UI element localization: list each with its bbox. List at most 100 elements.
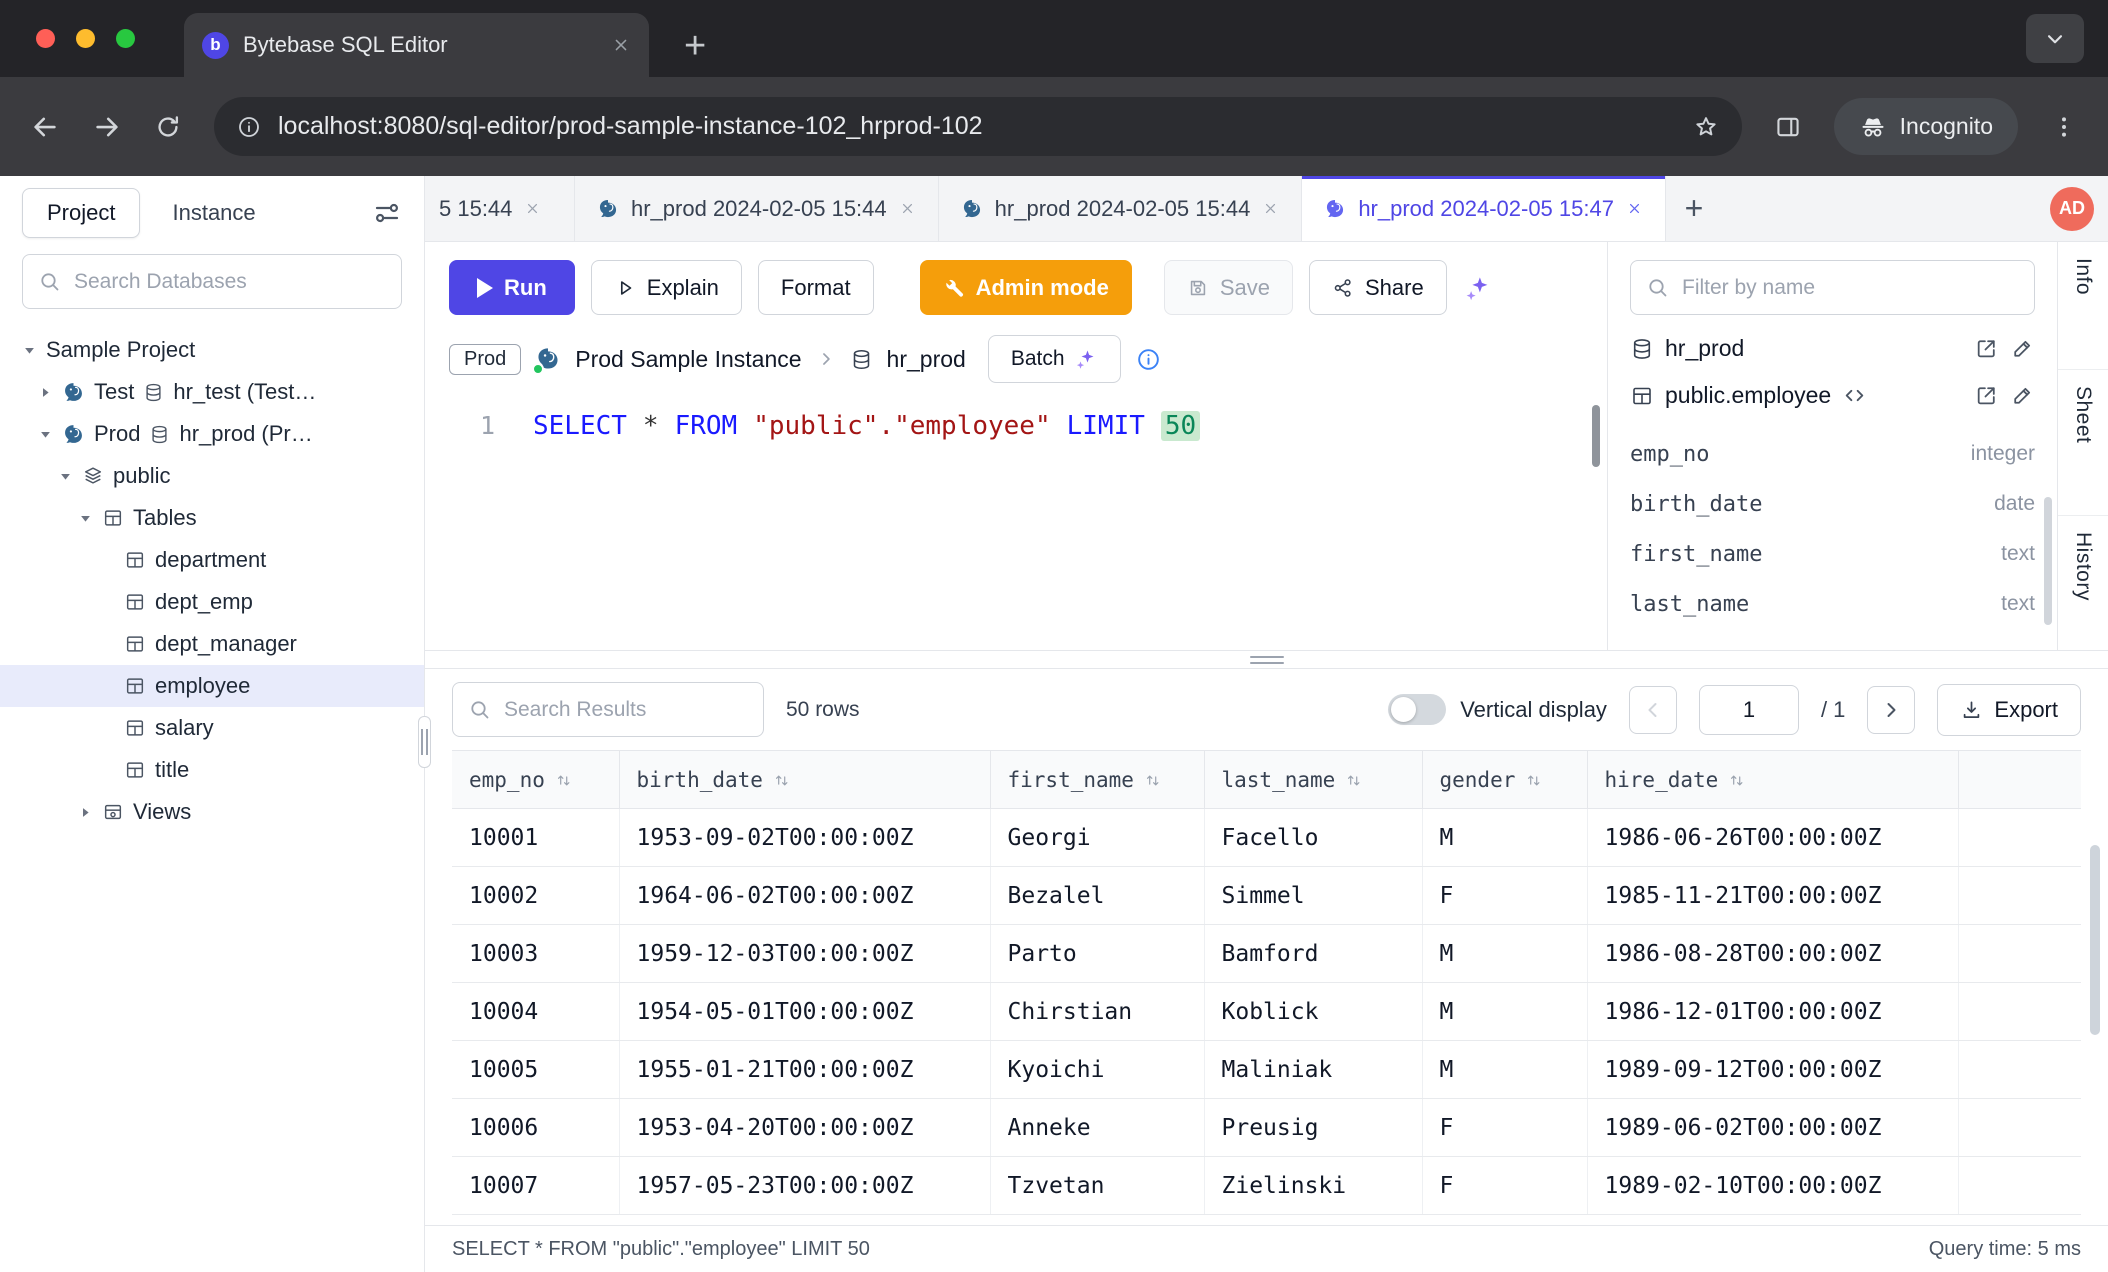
- column-row[interactable]: last_name text: [1630, 579, 2035, 629]
- tree-item-table-salary[interactable]: salary: [0, 707, 424, 749]
- incognito-badge[interactable]: Incognito: [1834, 98, 2018, 155]
- new-sheet-tab-button[interactable]: +: [1666, 176, 1722, 241]
- column-header-birth-date[interactable]: birth_date: [619, 751, 990, 809]
- sort-icon[interactable]: [555, 771, 574, 790]
- format-button[interactable]: Format: [758, 260, 874, 315]
- minimize-window-button[interactable]: [76, 29, 95, 48]
- tree-item-sample-project[interactable]: Sample Project: [0, 329, 424, 371]
- edit-database-button[interactable]: [2010, 336, 2035, 361]
- results-search-input[interactable]: [504, 698, 748, 722]
- bookmark-star-icon[interactable]: [1692, 113, 1720, 141]
- editor-scrollbar[interactable]: [1592, 405, 1600, 467]
- horizontal-splitter[interactable]: [425, 650, 2108, 669]
- chevron-expanded-icon[interactable]: [38, 427, 53, 442]
- table-row[interactable]: 100071957-05-23T00:00:00ZTzvetanZielinsk…: [452, 1157, 2081, 1215]
- table-row[interactable]: 100051955-01-21T00:00:00ZKyoichiMaliniak…: [452, 1041, 2081, 1099]
- explain-button[interactable]: Explain: [591, 260, 742, 315]
- database-name[interactable]: hr_prod: [887, 346, 966, 373]
- schema-database-row[interactable]: hr_prod: [1630, 335, 2035, 362]
- table-row[interactable]: 100041954-05-01T00:00:00ZChirstianKoblic…: [452, 983, 2081, 1041]
- sort-icon[interactable]: [773, 771, 792, 790]
- filter-settings-icon[interactable]: [372, 198, 402, 228]
- prev-page-button[interactable]: [1629, 686, 1677, 734]
- column-row[interactable]: emp_no integer: [1630, 429, 2035, 479]
- page-number-input[interactable]: [1699, 685, 1799, 735]
- chevron-expanded-icon[interactable]: [22, 343, 37, 358]
- reload-button[interactable]: [154, 113, 182, 141]
- sort-icon[interactable]: [1728, 771, 1747, 790]
- tab-instance[interactable]: Instance: [150, 188, 277, 238]
- column-row[interactable]: birth_date date: [1630, 479, 2035, 529]
- tab-close-icon[interactable]: [899, 200, 916, 217]
- column-header-gender[interactable]: gender: [1422, 751, 1587, 809]
- browser-tab[interactable]: b Bytebase SQL Editor: [184, 13, 649, 77]
- table-row[interactable]: 100031959-12-03T00:00:00ZPartoBamfordM19…: [452, 925, 2081, 983]
- results-scrollbar[interactable]: [2090, 845, 2100, 1035]
- edit-table-button[interactable]: [2010, 383, 2035, 408]
- database-search-input[interactable]: [74, 270, 386, 294]
- column-header-last-name[interactable]: last_name: [1204, 751, 1422, 809]
- tab-close-icon[interactable]: [524, 200, 541, 217]
- tab-close-icon[interactable]: [1626, 200, 1643, 217]
- table-row[interactable]: 100011953-09-02T00:00:00ZGeorgiFacelloM1…: [452, 809, 2081, 867]
- sheet-tab-1[interactable]: hr_prod 2024-02-05 15:44: [575, 176, 939, 241]
- run-button[interactable]: Run: [449, 260, 575, 315]
- new-browser-tab-button[interactable]: +: [684, 23, 706, 69]
- open-database-button[interactable]: [1974, 336, 1999, 361]
- chevron-expanded-icon[interactable]: [58, 469, 73, 484]
- site-info-icon[interactable]: [236, 114, 262, 140]
- browser-menu-button[interactable]: [2050, 113, 2078, 141]
- sort-icon[interactable]: [1144, 771, 1163, 790]
- tree-item-table-department[interactable]: department: [0, 539, 424, 581]
- tree-item-table-title[interactable]: title: [0, 749, 424, 791]
- tree-item-schema-public[interactable]: public: [0, 455, 424, 497]
- schema-table-row[interactable]: public.employee: [1630, 382, 2035, 409]
- maximize-window-button[interactable]: [116, 29, 135, 48]
- batch-button[interactable]: Batch: [988, 335, 1121, 383]
- column-row[interactable]: first_name text: [1630, 529, 2035, 579]
- tree-item-test-env[interactable]: Test hr_test (Test…: [0, 371, 424, 413]
- results-search[interactable]: [452, 682, 764, 737]
- tab-close-icon[interactable]: [611, 35, 631, 55]
- tree-item-views[interactable]: Views: [0, 791, 424, 833]
- tab-project[interactable]: Project: [22, 188, 140, 238]
- rail-tab-history[interactable]: History: [2058, 516, 2108, 650]
- tree-item-prod-env[interactable]: Prod hr_prod (Pr…: [0, 413, 424, 455]
- column-header-hire-date[interactable]: hire_date: [1587, 751, 1958, 809]
- column-header-emp-no[interactable]: emp_no: [452, 751, 619, 809]
- close-window-button[interactable]: [36, 29, 55, 48]
- chevron-collapsed-icon[interactable]: [78, 805, 93, 820]
- tab-search-chevron-button[interactable]: [2026, 14, 2084, 63]
- info-circle-icon[interactable]: [1135, 346, 1162, 373]
- sort-icon[interactable]: [1525, 771, 1544, 790]
- tree-item-table-dept-emp[interactable]: dept_emp: [0, 581, 424, 623]
- instance-name[interactable]: Prod Sample Instance: [575, 346, 801, 373]
- tree-item-table-dept-manager[interactable]: dept_manager: [0, 623, 424, 665]
- address-bar[interactable]: localhost:8080/sql-editor/prod-sample-in…: [214, 97, 1742, 156]
- rail-tab-sheet[interactable]: Sheet: [2058, 370, 2108, 516]
- export-button[interactable]: Export: [1937, 684, 2081, 736]
- sheet-tab-3-active[interactable]: hr_prod 2024-02-05 15:47: [1302, 176, 1666, 241]
- sheet-tab-0[interactable]: 5 15:44: [425, 176, 575, 241]
- chevron-collapsed-icon[interactable]: [38, 385, 53, 400]
- table-row[interactable]: 100061953-04-20T00:00:00ZAnnekePreusigF1…: [452, 1099, 2081, 1157]
- chevron-expanded-icon[interactable]: [78, 511, 93, 526]
- forward-button[interactable]: [92, 112, 122, 142]
- column-header-first-name[interactable]: first_name: [990, 751, 1204, 809]
- side-panel-button[interactable]: [1774, 113, 1802, 141]
- sidebar-resize-handle[interactable]: [418, 716, 431, 768]
- back-button[interactable]: [30, 112, 60, 142]
- table-row[interactable]: 100021964-06-02T00:00:00ZBezalelSimmelF1…: [452, 867, 2081, 925]
- rail-tab-info[interactable]: Info: [2058, 242, 2108, 370]
- tab-close-icon[interactable]: [1262, 200, 1279, 217]
- schema-filter[interactable]: [1630, 260, 2035, 315]
- ai-sparkle-icon[interactable]: [1463, 273, 1493, 303]
- schema-filter-input[interactable]: [1682, 276, 2019, 300]
- sheet-tab-2[interactable]: hr_prod 2024-02-05 15:44: [939, 176, 1303, 241]
- sort-icon[interactable]: [1345, 771, 1364, 790]
- open-table-button[interactable]: [1974, 383, 1999, 408]
- next-page-button[interactable]: [1867, 686, 1915, 734]
- schema-panel-scrollbar[interactable]: [2044, 497, 2052, 625]
- sql-editor[interactable]: 1 SELECT * FROM "public"."employee" LIMI…: [425, 397, 1607, 650]
- admin-mode-button[interactable]: Admin mode: [920, 260, 1132, 315]
